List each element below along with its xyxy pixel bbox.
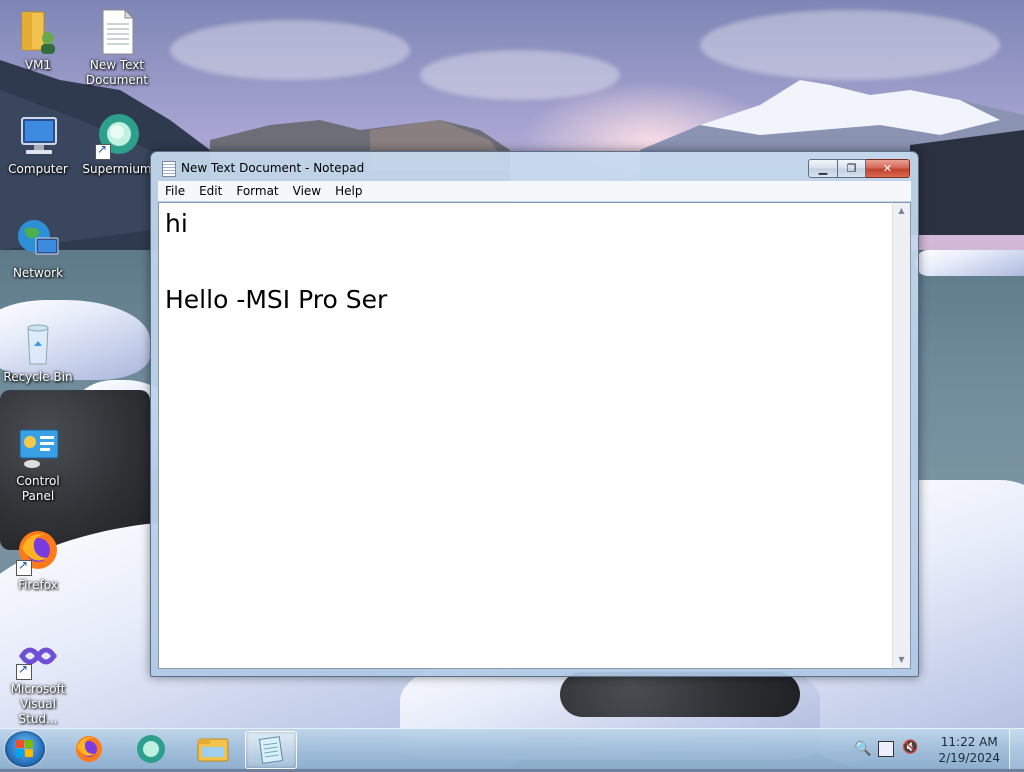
text-line: Hello -MSI Pro Ser [165,285,388,314]
desktop-icon-firefox[interactable]: Firefox [0,528,76,593]
desktop-icon-label: Recycle Bin [3,370,73,384]
minimize-icon: ▁ [818,162,828,175]
minimize-button[interactable]: ▁ [808,159,838,178]
menu-bar: File Edit Format View Help [158,181,911,201]
dark-rock [560,672,800,717]
search-icon[interactable]: 🔍 [854,741,871,757]
menu-format[interactable]: Format [229,184,285,198]
desktop-icon-control-panel[interactable]: Control Panel [0,424,76,504]
firefox-icon [14,528,62,576]
visual-studio-icon [14,632,62,680]
menu-edit[interactable]: Edit [192,184,229,198]
maximize-icon: ❐ [846,162,857,175]
desktop-icon-vm1[interactable]: VM1 [0,8,76,73]
computer-icon [14,112,62,160]
text-editor[interactable]: hi Hello -MSI Pro Ser [158,202,894,669]
cloud [420,50,620,100]
clock[interactable]: 11:22 AM 2/19/2024 [938,734,1000,766]
taskbar: 🔍 🔇 11:22 AM 2/19/2024 [0,728,1024,769]
cloud [700,10,1000,80]
taskbar-firefox[interactable] [64,731,114,767]
start-orb-icon [16,740,34,758]
maximize-button[interactable]: ❐ [838,159,866,178]
recycle-bin-icon [14,320,62,368]
network-globe-icon [14,216,62,264]
close-button[interactable]: ✕ [866,159,910,178]
clock-time: 11:22 AM [940,735,998,749]
taskbar-supermium[interactable] [126,731,176,767]
desktop-icon-label: Microsoft Visual Stud... [10,682,66,726]
supermium-browser-icon [137,735,165,763]
desktop-icon-label: Supermium [82,162,152,176]
window-controls: ▁ ❐ ✕ [808,159,910,178]
scroll-up-icon[interactable]: ▲ [893,203,910,219]
notepad-window[interactable]: New Text Document - Notepad ▁ ❐ ✕ File E… [150,151,919,677]
start-button[interactable] [5,731,45,767]
menu-help[interactable]: Help [328,184,369,198]
desktop-icon-label: VM1 [24,58,52,72]
menu-view[interactable]: View [286,184,328,198]
network-icon[interactable] [878,741,894,757]
desktop-icon-label: Network [12,266,64,280]
notepad-icon [162,161,176,177]
notepad-icon [258,736,284,764]
file-explorer-icon [197,738,229,762]
scroll-down-icon[interactable]: ▼ [893,652,910,668]
desktop-icon-network[interactable]: Network [0,216,76,281]
clock-date: 2/19/2024 [938,751,1000,765]
desktop-icon-label: Computer [8,162,68,176]
firefox-icon [76,736,102,762]
vertical-scrollbar[interactable]: ▲ ▼ [892,202,911,669]
desktop-icon-label: New Text Document [85,58,149,87]
shortcut-arrow-icon [16,662,32,680]
desktop-icon-supermium[interactable]: Supermium [79,112,155,177]
show-desktop-button[interactable] [1009,729,1024,769]
desktop-icon-recycle-bin[interactable]: Recycle Bin [0,320,76,385]
desktop-icon-label: Control Panel [16,474,60,503]
menu-file[interactable]: File [158,184,192,198]
supermium-browser-icon [93,112,141,160]
taskbar-notepad[interactable] [245,731,297,769]
title-bar[interactable]: New Text Document - Notepad ▁ ❐ ✕ [151,152,918,182]
window-title: New Text Document - Notepad [181,161,365,175]
ice-floe [915,250,1024,276]
desktop-icon-visual-studio[interactable]: Microsoft Visual Stud... [0,632,76,727]
desktop-icon-new-text-document[interactable]: New Text Document [79,8,155,88]
desktop-icon-computer[interactable]: Computer [0,112,76,177]
control-panel-icon [14,424,62,472]
shortcut-arrow-icon [16,558,32,576]
system-tray: 🔍 🔇 11:22 AM 2/19/2024 [854,729,1024,769]
text-document-icon [93,8,141,56]
close-icon: ✕ [882,162,893,175]
shortcut-arrow-icon [95,142,111,160]
desktop-icon-label: Firefox [18,578,58,592]
taskbar-file-explorer[interactable] [188,731,238,767]
text-line: hi [165,209,188,238]
volume-muted-icon[interactable]: 🔇 [902,740,918,755]
folder-user-icon [14,8,62,56]
